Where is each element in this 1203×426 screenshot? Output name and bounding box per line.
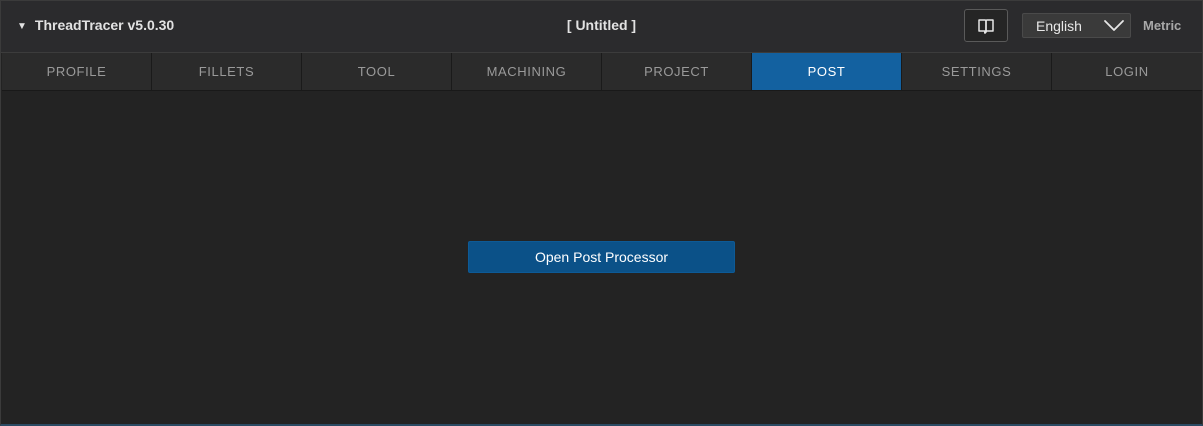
book-icon [978,18,994,34]
language-select[interactable]: English [1022,13,1131,38]
help-manual-button[interactable] [964,9,1008,42]
open-post-processor-button[interactable]: Open Post Processor [468,241,735,273]
units-toggle[interactable]: Metric [1143,18,1181,33]
app-window: ▼ ThreadTracer v5.0.30 [ Untitled ] Engli… [0,0,1203,426]
tab-project[interactable]: PROJECT [602,53,752,90]
tab-post[interactable]: POST [752,53,902,90]
tab-login[interactable]: LOGIN [1052,53,1202,90]
tab-profile[interactable]: PROFILE [2,53,152,90]
document-title: [ Untitled ] [566,17,637,33]
tab-tool[interactable]: TOOL [302,53,452,90]
tab-fillets[interactable]: FILLETS [152,53,302,90]
app-title: ThreadTracer v5.0.30 [34,17,175,33]
app-menu-toggle[interactable]: ▼ ThreadTracer v5.0.30 [17,17,174,33]
caret-down-icon: ▼ [17,21,27,32]
language-selected-value: English [1036,18,1082,34]
main-tabs: PROFILE FILLETS TOOL MACHINING PROJECT P… [2,53,1202,91]
title-bar: ▼ ThreadTracer v5.0.30 [ Untitled ] Engli… [1,1,1202,53]
tab-machining[interactable]: MACHINING [452,53,602,90]
post-panel: Open Post Processor [2,91,1202,423]
tab-settings[interactable]: SETTINGS [902,53,1052,90]
chevron-down-icon [1104,20,1124,31]
